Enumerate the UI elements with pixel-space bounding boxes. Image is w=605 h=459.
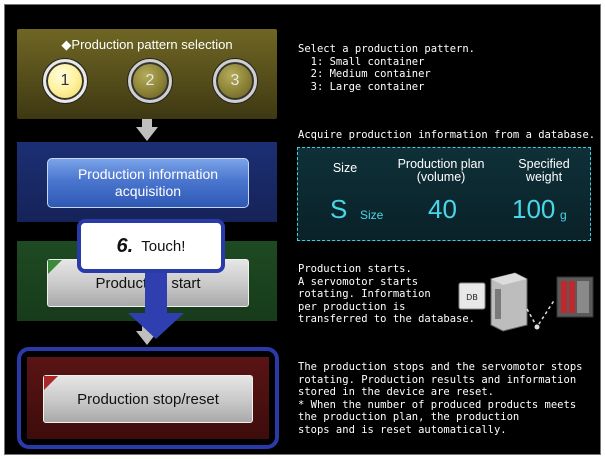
pattern-description: Select a production pattern. 1: Small co… bbox=[298, 43, 476, 93]
info-acquisition-button[interactable]: Production information acquisition bbox=[47, 158, 249, 208]
pattern-2-label: 2 bbox=[145, 72, 155, 89]
start-description: Production starts. A servomotor starts r… bbox=[298, 263, 476, 325]
step-callout: 6. Touch! bbox=[77, 219, 225, 273]
production-plan-value: 40 bbox=[428, 194, 457, 224]
instruction-arrow-head bbox=[128, 313, 184, 339]
size-value: S bbox=[330, 194, 348, 224]
callout-text: Touch! bbox=[141, 237, 186, 255]
info-acquisition-panel: Production information acquisition bbox=[17, 142, 277, 222]
corner-indicator bbox=[44, 376, 58, 390]
production-stop-reset-button[interactable]: Production stop/reset bbox=[43, 375, 253, 423]
production-stop-panel: Production stop/reset bbox=[27, 357, 269, 439]
size-unit: Size bbox=[360, 208, 384, 222]
pattern-selection-panel: ◆Production pattern selection 1 2 3 bbox=[17, 29, 277, 119]
pattern-selection-title: ◆Production pattern selection bbox=[61, 37, 233, 52]
db-label: DB bbox=[466, 293, 478, 302]
pattern-2-button[interactable]: 2 bbox=[128, 59, 172, 103]
production-plan-header: Production plan (volume) bbox=[386, 158, 496, 184]
hmi-screen: ◆Production pattern selection 1 2 3 Prod… bbox=[4, 4, 601, 455]
pattern-3-button[interactable]: 3 bbox=[213, 59, 257, 103]
specified-weight-value: 100 bbox=[512, 194, 556, 224]
weight-unit: g bbox=[560, 208, 567, 222]
network-node bbox=[534, 324, 540, 330]
callout-step-number: 6. bbox=[116, 234, 134, 257]
flow-arrow-1-head bbox=[136, 127, 158, 141]
network-line bbox=[526, 298, 556, 329]
system-illustration: DB bbox=[458, 272, 594, 332]
weight-header-line2: weight bbox=[525, 170, 563, 184]
pattern-1-button[interactable]: 1 bbox=[43, 59, 87, 103]
production-data-panel: Size Production plan (volume) Specified … bbox=[297, 147, 591, 241]
specified-weight-header: Specified weight bbox=[500, 158, 588, 184]
size-header: Size bbox=[310, 162, 380, 175]
info-button-label-line1: Production information bbox=[77, 166, 219, 182]
plc-icon bbox=[556, 276, 594, 318]
info-button-label-line2: acquisition bbox=[114, 183, 182, 199]
production-stop-reset-label: Production stop/reset bbox=[77, 390, 219, 408]
corner-indicator bbox=[48, 260, 62, 274]
size-header-text: Size bbox=[332, 161, 358, 175]
pattern-1-label: 1 bbox=[60, 72, 70, 89]
stop-description: The production stops and the servomotor … bbox=[298, 361, 583, 436]
server-icon bbox=[490, 272, 528, 332]
database-icon: DB bbox=[458, 282, 486, 310]
acquire-description: Acquire production information from a da… bbox=[298, 129, 596, 141]
plan-header-line2: (volume) bbox=[416, 170, 466, 184]
stop-highlight-frame: Production stop/reset bbox=[17, 347, 279, 449]
pattern-3-label: 3 bbox=[230, 72, 240, 89]
